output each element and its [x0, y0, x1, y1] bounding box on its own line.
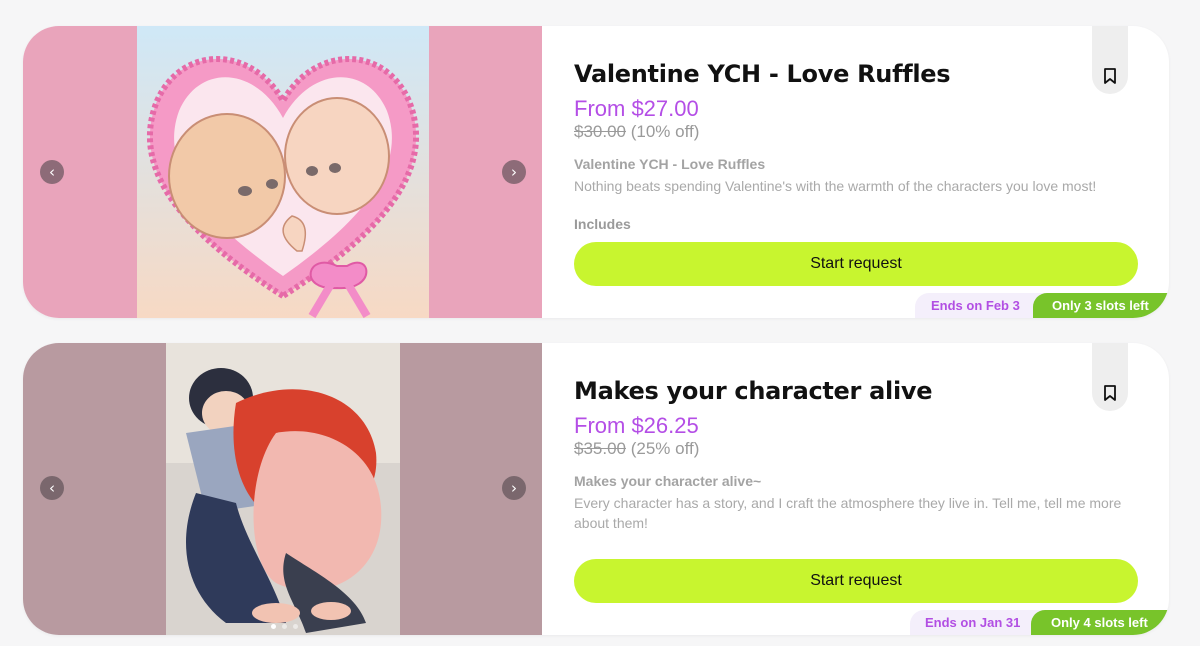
bookmark-button[interactable]: [1092, 343, 1128, 411]
start-request-button[interactable]: Start request: [574, 559, 1138, 603]
listing-price: From $26.25: [574, 413, 699, 438]
bookmark-button[interactable]: [1092, 26, 1128, 94]
listing-info: Valentine YCH - Love Ruffles From $27.00…: [574, 26, 1139, 318]
chevron-right-icon[interactable]: ›: [502, 476, 526, 500]
pagination-dot[interactable]: [271, 624, 276, 629]
bookmark-icon: [1104, 68, 1116, 84]
pagination-dot[interactable]: [282, 624, 287, 629]
pagination-dot[interactable]: [293, 624, 298, 629]
discount-label: (25% off): [630, 439, 700, 458]
old-price-row: $35.00 (25% off): [574, 439, 699, 459]
listing-price: From $27.00: [574, 96, 699, 121]
listing-title[interactable]: Valentine YCH - Love Ruffles: [574, 60, 951, 88]
listing-artwork[interactable]: [137, 26, 429, 318]
listing-artwork[interactable]: [166, 343, 400, 635]
start-request-button[interactable]: Start request: [574, 242, 1138, 286]
discount-label: (10% off): [630, 122, 700, 141]
chevron-left-icon[interactable]: ‹: [40, 160, 64, 184]
image-gallery: ‹ ›: [23, 343, 542, 635]
listing-subtitle: Valentine YCH - Love Ruffles: [574, 156, 766, 172]
listing-info: Makes your character alive From $26.25 $…: [574, 343, 1139, 635]
listing-card[interactable]: ‹ › Makes your character alive From $26.…: [23, 343, 1169, 635]
image-gallery: ‹ ›: [23, 26, 542, 318]
listing-title[interactable]: Makes your character alive: [574, 377, 933, 405]
chevron-right-icon[interactable]: ›: [502, 160, 526, 184]
includes-label: Includes: [574, 216, 631, 232]
slots-left-badge: Only 4 slots left: [1031, 610, 1169, 635]
slots-left-badge: Only 3 slots left: [1033, 293, 1169, 318]
old-price-row: $30.00 (10% off): [574, 122, 699, 142]
listing-card[interactable]: ‹ › Valentine YCH - Love Ruffles From $2…: [23, 26, 1169, 318]
listing-description: Every character has a story, and I craft…: [574, 495, 1122, 531]
original-price: $35.00: [574, 439, 626, 458]
listing-description: Nothing beats spending Valentine's with …: [574, 178, 1097, 194]
gallery-pagination: [271, 624, 298, 629]
original-price: $30.00: [574, 122, 626, 141]
chevron-left-icon[interactable]: ‹: [40, 476, 64, 500]
bookmark-icon: [1104, 385, 1116, 401]
listing-subtitle: Makes your character alive~: [574, 473, 762, 489]
